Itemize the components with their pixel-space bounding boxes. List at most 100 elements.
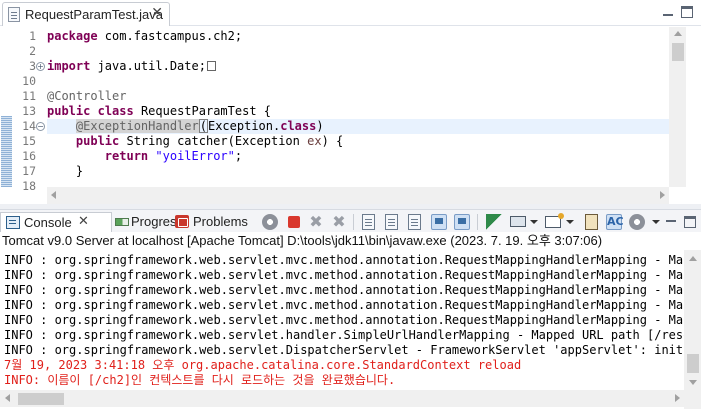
remove-launch-icon[interactable]: ✖ <box>308 214 324 230</box>
folded-code-marker[interactable] <box>206 61 216 71</box>
code-line[interactable]: public class RequestParamTest { <box>47 104 669 119</box>
console-view-header: Console ✕ Progress Problems ✖ ✖ AC <box>0 210 701 232</box>
settings-icon[interactable] <box>629 214 645 230</box>
collapse-fold-icon[interactable]: − <box>36 122 45 131</box>
code-line[interactable]: public String catcher(Exception ex) { <box>47 134 669 149</box>
scrollbar-corner <box>684 390 701 409</box>
pin-console-icon[interactable] <box>486 214 502 230</box>
quick-diff-bar <box>1 116 12 187</box>
code-token: @Controller <box>47 89 127 103</box>
code-line[interactable]: @Controller <box>47 89 669 104</box>
tab-progress[interactable]: Progress <box>112 212 183 232</box>
line-number: 2 <box>29 44 36 58</box>
remove-all-launches-icon[interactable]: ✖ <box>331 214 347 230</box>
line-number: 18 <box>22 179 36 193</box>
code-token: public <box>75 134 120 148</box>
scroll-left-icon[interactable] <box>5 394 10 402</box>
code-token: } <box>47 164 84 178</box>
line-number: 1 <box>29 29 36 43</box>
folding-ruler: + − <box>36 27 46 187</box>
console-vertical-scrollbar[interactable] <box>684 250 701 390</box>
show-on-stderr-icon[interactable] <box>454 214 470 230</box>
scrollbar-thumb[interactable] <box>672 43 684 61</box>
terminate-icon[interactable] <box>288 216 300 228</box>
ac-icon[interactable]: AC <box>606 214 624 230</box>
toolbar-separator <box>477 214 478 230</box>
scroll-right-icon[interactable] <box>675 394 680 402</box>
code-token: String catcher(Exception <box>119 134 308 148</box>
scroll-right-icon[interactable] <box>660 191 665 199</box>
line-number-ruler: 1 2 3 10 11 13 14 15 16 17 18 <box>14 27 36 193</box>
code-line[interactable]: return "yoilError"; <box>47 149 669 164</box>
scroll-lock-icon[interactable] <box>385 214 398 230</box>
tab-problems[interactable]: Problems <box>174 212 252 232</box>
copy-icon[interactable] <box>585 214 598 230</box>
console-output[interactable]: INFO : org.springframework.web.servlet.m… <box>0 250 684 390</box>
line-number: 10 <box>22 74 36 88</box>
line-number: 3 <box>29 59 36 73</box>
code-line[interactable]: package com.fastcampus.ch2; <box>47 29 669 44</box>
console-log-line: INFO : org.springframework.web.servlet.h… <box>4 328 684 342</box>
line-number: 11 <box>22 89 36 103</box>
minimize-icon[interactable] <box>666 220 676 222</box>
line-number: 15 <box>22 134 36 148</box>
scroll-left-icon[interactable] <box>51 191 56 199</box>
code-token: ) { <box>321 134 344 148</box>
editor-horizontal-scrollbar[interactable] <box>47 187 669 204</box>
code-line[interactable]: import java.util.Date; <box>47 59 669 74</box>
code-token: "yoilError" <box>155 149 235 163</box>
gear-icon[interactable] <box>262 214 278 230</box>
code-line[interactable] <box>47 179 669 187</box>
chevron-down-icon[interactable] <box>530 214 538 230</box>
console-log-line: INFO : org.springframework.web.servlet.m… <box>4 298 684 312</box>
progress-icon <box>115 218 129 226</box>
chevron-down-icon[interactable] <box>566 214 574 230</box>
open-console-icon[interactable] <box>545 213 564 228</box>
code-editor[interactable]: 1 2 3 10 11 13 14 15 16 17 18 + − package com.fastc… <box>0 27 701 204</box>
code-token: Exception. <box>207 119 281 133</box>
tab-console[interactable]: Console ✕ <box>0 212 112 232</box>
code-line[interactable]: @ExceptionHandler(Exception.class) <box>47 119 669 134</box>
code-token: @ExceptionHandler <box>75 119 199 133</box>
line-number: 16 <box>22 149 36 163</box>
scroll-up-icon[interactable] <box>689 256 697 261</box>
line-number: 13 <box>22 104 36 118</box>
console-horizontal-scrollbar[interactable] <box>0 390 684 407</box>
code-line[interactable] <box>47 44 669 59</box>
java-file-icon <box>8 7 20 22</box>
scroll-up-icon[interactable] <box>674 31 682 36</box>
console-error-line: 7월 19, 2023 3:41:18 오후 org.apache.catali… <box>4 358 522 372</box>
display-console-icon[interactable] <box>510 216 526 227</box>
console-log-line: INFO : org.springframework.web.servlet.m… <box>4 283 684 297</box>
code-text-area[interactable]: package com.fastcampus.ch2; import java.u… <box>47 27 669 187</box>
view-menu-chevron-down-icon[interactable] <box>652 214 660 230</box>
code-token: com.fastcampus.ch2; <box>97 29 243 43</box>
code-token: java.util.Date; <box>90 59 206 73</box>
close-icon[interactable]: ✕ <box>151 5 163 21</box>
minimize-icon[interactable] <box>662 6 674 18</box>
annotation-ruler <box>0 27 14 187</box>
scroll-down-icon[interactable] <box>689 380 697 385</box>
clear-console-icon[interactable] <box>362 214 375 230</box>
console-log-line: INFO : org.springframework.web.servlet.m… <box>4 313 684 327</box>
code-token: class <box>280 119 317 133</box>
close-icon[interactable]: ✕ <box>78 214 89 229</box>
console-error-line: INFO: 이름이 [/ch2]인 컨텍스트를 다시 로드하는 것을 완료했습니… <box>4 373 396 387</box>
overview-ruler <box>686 27 701 204</box>
editor-tab-requestparamtest[interactable]: RequestParamTest.java ✕ <box>2 2 170 26</box>
code-token: ( <box>198 119 208 133</box>
maximize-icon[interactable] <box>684 216 696 228</box>
word-wrap-icon[interactable] <box>408 214 421 230</box>
console-log-line: INFO : org.springframework.web.servlet.m… <box>4 253 684 267</box>
scrollbar-thumb[interactable] <box>687 354 699 373</box>
code-line[interactable] <box>47 74 669 89</box>
code-line[interactable]: } <box>47 164 669 179</box>
show-on-stdout-icon[interactable] <box>431 214 447 230</box>
scrollbar-thumb[interactable] <box>18 393 64 405</box>
expand-fold-icon[interactable]: + <box>36 62 45 71</box>
maximize-icon[interactable] <box>681 6 693 18</box>
editor-vertical-scrollbar[interactable] <box>669 27 686 187</box>
